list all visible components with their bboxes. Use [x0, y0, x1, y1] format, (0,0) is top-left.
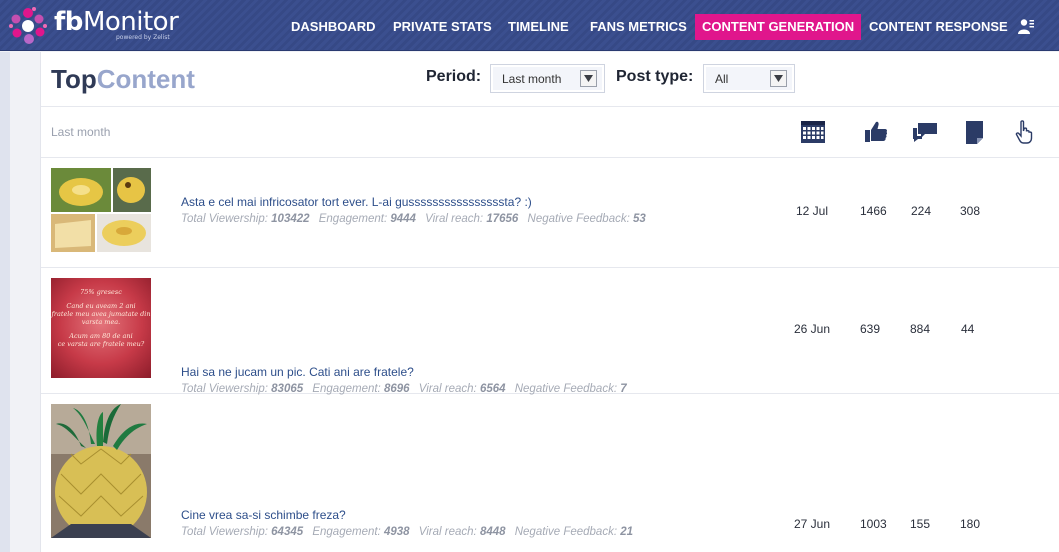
page-title-part1: Top [51, 64, 97, 94]
thumb-text-line: Cand eu aveam 2 ani [66, 302, 136, 310]
nav-item-content-generation[interactable]: CONTENT GENERATION [695, 14, 862, 40]
thumb-text-line: 75% gresesc [80, 288, 122, 296]
post-type-select[interactable]: All [703, 64, 795, 93]
engagement-label: Engagement: [312, 526, 381, 538]
post-shares: 180 [960, 517, 981, 531]
post-likes: 639 [860, 322, 881, 336]
page-title-part2: Content [96, 64, 195, 94]
page-title: TopContent [51, 64, 195, 95]
negative-feedback-label: Negative Feedback: [527, 213, 630, 225]
post-comments: 224 [911, 204, 932, 218]
comments-icon[interactable] [912, 119, 938, 145]
engagement-label: Engagement: [318, 213, 388, 225]
negative-feedback-value: 53 [633, 213, 646, 225]
post-shares: 44 [961, 322, 975, 336]
engagement-value: 9444 [390, 213, 416, 225]
viral-reach-value: 17656 [486, 213, 519, 225]
post-comments: 155 [910, 517, 931, 531]
thumb-text-line: ce varsta are fratele meu? [57, 340, 145, 348]
post-title-link[interactable]: Asta e cel mai infricosator tort ever. L… [181, 195, 532, 209]
hand-pointer-icon[interactable] [1011, 119, 1037, 145]
viewership-label: Total Viewership: [181, 526, 268, 538]
nav-item-private-stats[interactable]: PRIVATE STATS [386, 14, 499, 40]
period-label: Period: [426, 68, 482, 85]
calendar-icon[interactable] [800, 119, 826, 145]
thumb-text-line: varsta mea. [81, 318, 121, 326]
period-select-value: Last month [502, 72, 562, 86]
viral-reach-label: Viral reach: [425, 213, 484, 225]
viral-reach-value: 8448 [479, 526, 506, 538]
thumbs-up-icon[interactable] [863, 119, 889, 145]
post-title-link[interactable]: Cine vrea sa-si schimbe freza? [181, 508, 346, 522]
table-row[interactable]: 75% gresesc Cand eu aveam 2 ani fratele … [41, 268, 1059, 395]
post-thumbnail[interactable]: 75% gresesc Cand eu aveam 2 ani fratele … [51, 278, 151, 378]
main-nav: DASHBOARD PRIVATE STATS TIMELINE FANS ME… [0, 14, 1059, 40]
chevron-down-icon[interactable] [770, 70, 787, 87]
table-header: Last month [41, 107, 1059, 158]
post-date: 12 Jul [796, 204, 829, 218]
nav-item-timeline[interactable]: TIMELINE [501, 14, 576, 40]
chevron-down-icon[interactable] [580, 70, 597, 87]
user-settings-icon[interactable] [1017, 18, 1035, 36]
left-sidebar-strip [0, 52, 10, 552]
top-navigation-bar: fbMonitor powered by Zelist DASHBOARD PR… [0, 0, 1059, 51]
negative-feedback-label: Negative Feedback: [514, 526, 618, 538]
panel-header: TopContent Period: Last month Post type:… [41, 52, 1059, 107]
post-shares: 308 [960, 204, 981, 218]
post-comments: 884 [910, 322, 931, 336]
table-row[interactable]: Cine vrea sa-si schimbe freza? Total Vie… [41, 394, 1059, 552]
post-likes: 1466 [860, 204, 887, 218]
post-stats: Total Viewership: 64345 Engagement: 4938… [181, 526, 633, 538]
post-type-select-value: All [715, 72, 729, 86]
post-stats: Total Viewership: 103422 Engagement: 944… [181, 213, 646, 225]
engagement-value: 4938 [383, 526, 410, 538]
nav-item-content-response[interactable]: CONTENT RESPONSE [862, 14, 1015, 40]
period-select[interactable]: Last month [490, 64, 605, 93]
nav-item-dashboard[interactable]: DASHBOARD [284, 14, 383, 40]
viewership-value: 64345 [271, 526, 304, 538]
post-title-link[interactable]: Hai sa ne jucam un pic. Cati ani are fra… [181, 365, 414, 379]
negative-feedback-value: 21 [620, 526, 634, 538]
share-icon[interactable] [961, 119, 987, 145]
viewership-value: 103422 [271, 213, 310, 225]
post-date: 27 Jun [794, 517, 831, 531]
post-type-label: Post type: [616, 68, 694, 85]
nav-item-fans-metrics[interactable]: FANS METRICS [583, 14, 694, 40]
post-thumbnail[interactable] [51, 404, 151, 538]
post-thumbnail[interactable] [51, 168, 151, 252]
thumb-text-line: Acum am 80 de ani [69, 332, 133, 340]
top-content-panel: TopContent Period: Last month Post type:… [40, 52, 1059, 552]
period-text: Last month [51, 125, 111, 139]
table-row[interactable]: Asta e cel mai infricosator tort ever. L… [41, 158, 1059, 268]
viewership-label: Total Viewership: [181, 213, 268, 225]
post-date: 26 Jun [794, 322, 831, 336]
viral-reach-label: Viral reach: [418, 526, 477, 538]
thumb-text-line: fratele meu avea jumatate din [51, 310, 151, 318]
post-likes: 1003 [860, 517, 887, 531]
